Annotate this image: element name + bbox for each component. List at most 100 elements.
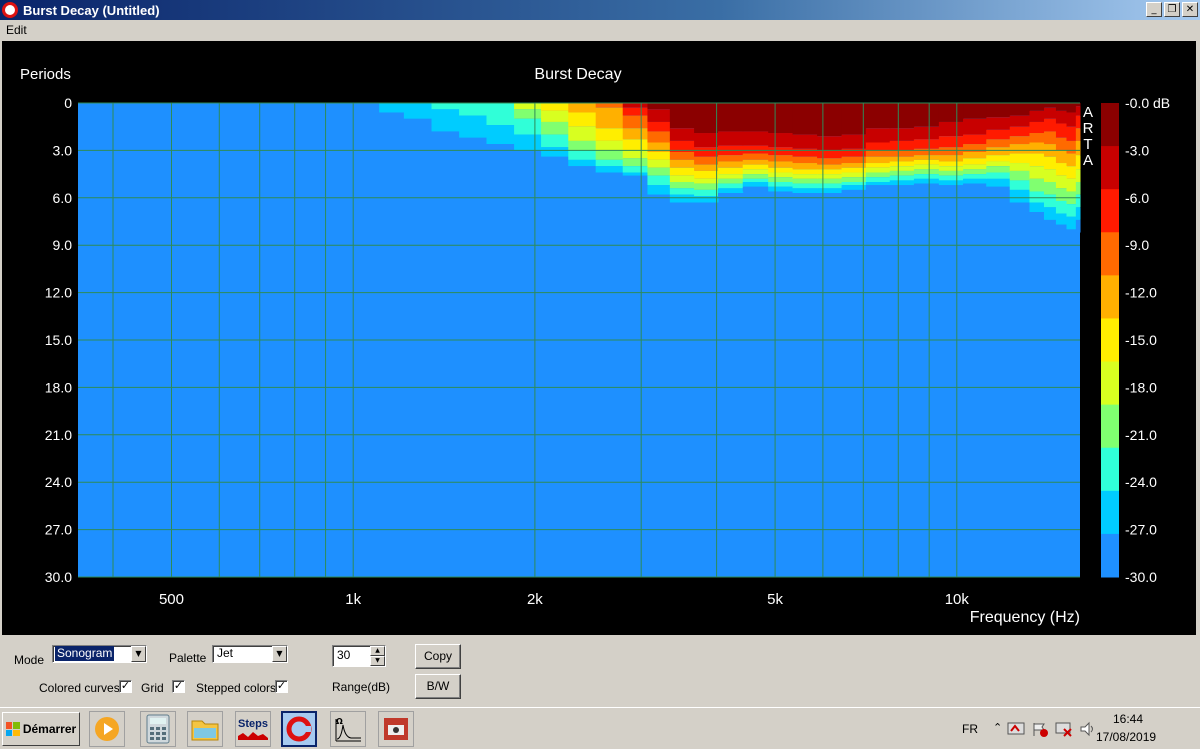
- decay-cell: [622, 175, 648, 179]
- steps-label: Steps: [238, 718, 268, 730]
- y-tick-label: 21.0: [45, 427, 72, 443]
- decay-cell: [1075, 106, 1081, 116]
- decay-cell: [792, 174, 818, 179]
- steps-app-icon[interactable]: Steps: [235, 711, 271, 747]
- limp-app-icon[interactable]: [378, 711, 414, 747]
- clock-date[interactable]: 17/08/2019: [1096, 730, 1156, 744]
- decay-cell: [459, 137, 488, 146]
- stepper-down-icon[interactable]: ▼: [370, 656, 385, 666]
- decay-cell: [938, 175, 964, 181]
- decay-cell: [865, 142, 891, 151]
- clock-time[interactable]: 16:44: [1113, 712, 1143, 726]
- restore-button[interactable]: ❐: [1164, 2, 1180, 17]
- decay-cell: [514, 103, 542, 110]
- decay-cell: [817, 103, 843, 137]
- stepper-up-icon[interactable]: ▲: [370, 646, 385, 656]
- copy-button[interactable]: Copy: [415, 644, 461, 669]
- decay-cell: [1066, 103, 1077, 113]
- stepped-colors-label: Stepped colors: [196, 681, 277, 695]
- decay-cell: [694, 156, 719, 165]
- decay-cell: [717, 178, 744, 184]
- decay-cell: [865, 103, 891, 129]
- arta-taskbar-icon[interactable]: [281, 711, 317, 747]
- decay-cell: [717, 174, 744, 179]
- decay-cell: [1043, 156, 1057, 170]
- x-axis-label: Frequency (Hz): [970, 609, 1080, 626]
- decay-cell: [963, 103, 987, 119]
- decay-cell: [889, 175, 915, 181]
- decay-cell: [717, 103, 744, 132]
- decay-cell: [669, 182, 695, 189]
- decay-cell: [568, 112, 597, 127]
- decay-cell: [647, 151, 671, 160]
- decay-cell: [647, 175, 671, 186]
- decay-cell: [742, 174, 769, 179]
- file-explorer-icon[interactable]: [187, 711, 223, 747]
- decay-cell: [913, 169, 940, 175]
- decay-cell: [817, 188, 843, 194]
- burst-decay-plot[interactable]: Burst Decay Periods Frequency (Hz) 0 3.0 6…: [2, 41, 1196, 635]
- chart-svg: Burst Decay Periods Frequency (Hz) 0 3.0 6…: [20, 66, 1170, 626]
- decay-cell: [1043, 219, 1057, 233]
- close-button[interactable]: ✕: [1182, 2, 1198, 17]
- decay-cell: [622, 128, 648, 140]
- range-stepper[interactable]: 30 ▲ ▼: [332, 645, 386, 667]
- decay-cell: [792, 178, 818, 184]
- palette-select[interactable]: Jet ▼: [212, 645, 288, 663]
- language-indicator[interactable]: FR: [962, 722, 978, 736]
- decay-cell: [1009, 170, 1030, 181]
- stepped-colors-checkbox[interactable]: ✓: [275, 680, 288, 693]
- window-title: Burst Decay (Untitled): [23, 2, 160, 18]
- chevron-down-icon[interactable]: ▼: [131, 646, 146, 662]
- network-error-icon[interactable]: [1055, 721, 1073, 737]
- decay-cell: [1009, 103, 1030, 116]
- decay-cell: [669, 202, 695, 211]
- calculator-icon[interactable]: [140, 711, 176, 747]
- decay-cell: [717, 188, 744, 194]
- decay-cell: [913, 164, 940, 170]
- decay-cell: [913, 126, 940, 140]
- colorbar-segment: [1101, 275, 1119, 319]
- decay-cell: [938, 180, 964, 186]
- grid-checkbox[interactable]: ✓: [172, 680, 185, 693]
- arta-app-icon[interactable]: [2, 2, 18, 18]
- decay-cell: [1055, 213, 1068, 225]
- decay-cell: [889, 170, 915, 176]
- decay-cell: [792, 156, 818, 164]
- decay-cell: [1055, 200, 1068, 214]
- decay-cell: [669, 151, 695, 160]
- decay-cell: [841, 163, 867, 168]
- start-button[interactable]: Démarrer: [2, 712, 80, 746]
- chevron-down-icon[interactable]: ▼: [272, 646, 287, 662]
- minimize-button[interactable]: _: [1146, 2, 1162, 17]
- media-player-icon[interactable]: [89, 711, 125, 747]
- impedance-curve-icon[interactable]: Ω: [330, 711, 366, 747]
- chevron-up-icon[interactable]: ⌃: [993, 721, 1002, 734]
- speaker-icon[interactable]: [1079, 721, 1097, 737]
- x-tick-label: 1k: [345, 591, 361, 608]
- decay-cell: [1009, 180, 1030, 190]
- decay-cell: [986, 172, 1011, 179]
- decay-cell: [595, 172, 624, 176]
- decay-cell: [889, 140, 915, 151]
- colored-curves-checkbox[interactable]: ✓: [119, 680, 132, 693]
- decay-cell: [514, 118, 542, 135]
- menu-edit[interactable]: Edit: [6, 23, 27, 37]
- decay-cell: [963, 158, 987, 165]
- decay-cell: [768, 177, 794, 182]
- decay-cell: [1075, 140, 1081, 156]
- colorbar-label: -12.0: [1125, 285, 1157, 301]
- decay-cell: [1029, 142, 1045, 154]
- bw-button[interactable]: B/W: [415, 674, 461, 699]
- decay-cell: [514, 109, 542, 119]
- system-tray: FR ⌃ 16:44 17/08/2019: [955, 710, 1200, 748]
- decay-cell: [403, 118, 433, 135]
- decay-cell: [1029, 166, 1045, 179]
- decay-cell: [938, 166, 964, 171]
- action-center-flag-icon[interactable]: [1031, 721, 1049, 737]
- chart-title: Burst Decay: [534, 66, 621, 83]
- mode-select[interactable]: Sonogram ▼: [52, 645, 147, 663]
- decay-cell: [841, 172, 867, 178]
- network-icon[interactable]: [1007, 721, 1025, 737]
- decay-cell: [865, 128, 891, 143]
